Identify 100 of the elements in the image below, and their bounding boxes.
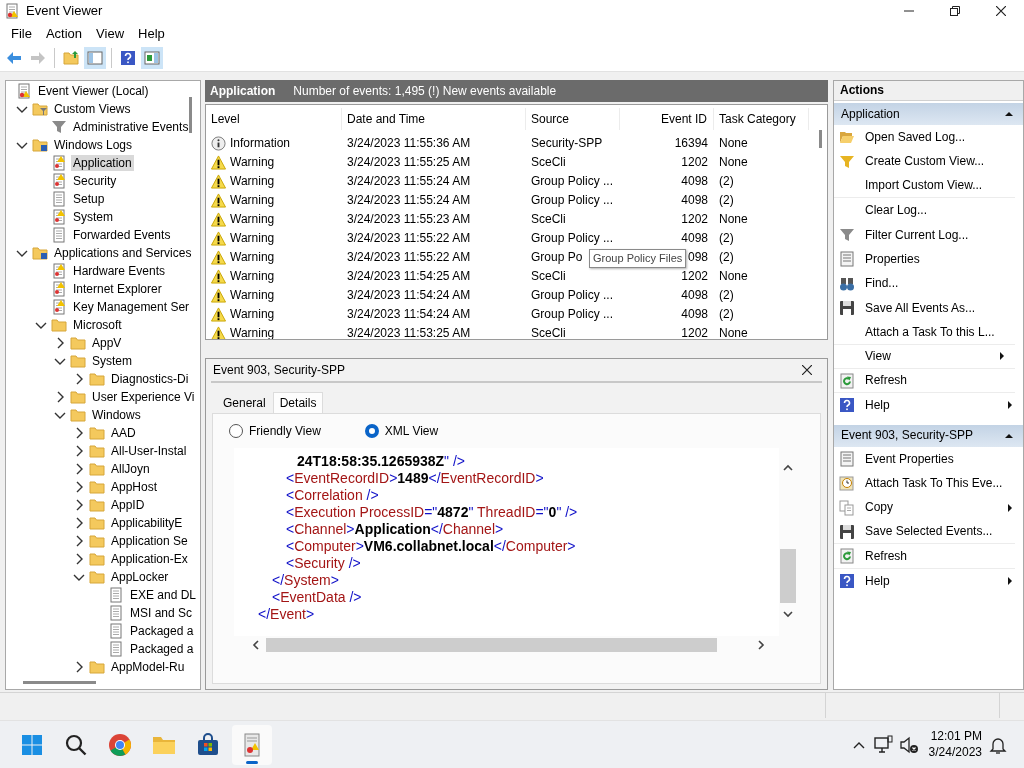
tree-item[interactable]: All-User-Instal bbox=[109, 442, 189, 460]
menu-item[interactable]: File bbox=[4, 25, 39, 42]
table-cell: 3/24/2023 11:54:25 AM bbox=[347, 269, 471, 284]
radio-button[interactable] bbox=[364, 424, 379, 439]
submenu-arrow-icon[interactable] bbox=[1005, 502, 1015, 513]
action-link[interactable]: Create Custom View... bbox=[865, 154, 985, 169]
tab[interactable]: General bbox=[216, 391, 273, 413]
action-link[interactable]: Attach Task To This Eve... bbox=[865, 476, 1003, 491]
scrollbar-thumb[interactable] bbox=[780, 549, 796, 604]
tree-item[interactable]: User Experience Vi bbox=[90, 388, 197, 406]
tree-item[interactable]: AppID bbox=[109, 496, 147, 514]
action-link[interactable]: Help bbox=[865, 398, 890, 413]
action-link[interactable]: Filter Current Log... bbox=[865, 227, 969, 242]
tree-item[interactable]: Setup bbox=[71, 190, 107, 208]
column-header[interactable]: Level bbox=[208, 108, 342, 130]
scroll-right-icon[interactable] bbox=[755, 639, 767, 652]
xml-line: <Computer>VM6.collabnet.local</Computer> bbox=[286, 538, 576, 555]
column-header[interactable]: Event ID bbox=[620, 108, 714, 130]
tree-item[interactable]: AAD bbox=[109, 424, 138, 442]
tree-item[interactable]: MSI and Sc bbox=[128, 604, 195, 622]
tree-item[interactable]: AppHost bbox=[109, 478, 160, 496]
action-link[interactable]: Save Selected Events... bbox=[865, 524, 993, 539]
tree-item[interactable]: Packaged a bbox=[128, 622, 196, 640]
action-link[interactable]: Find... bbox=[865, 276, 899, 291]
tree-item[interactable]: System bbox=[90, 352, 134, 370]
scrollbar-thumb[interactable] bbox=[266, 638, 717, 653]
action-link[interactable]: Clear Log... bbox=[865, 203, 928, 218]
column-header[interactable]: Source bbox=[526, 108, 620, 130]
column-header[interactable]: Task Category bbox=[714, 108, 809, 130]
speaker-muted-icon[interactable] bbox=[898, 734, 919, 755]
tree-item[interactable]: Hardware Events bbox=[71, 262, 168, 280]
info-icon bbox=[211, 136, 226, 151]
tree-item[interactable]: Applications and Services bbox=[52, 244, 194, 262]
tree-item[interactable]: Security bbox=[71, 172, 119, 190]
action-link[interactable]: Attach a Task To this L... bbox=[865, 324, 995, 339]
action-link[interactable]: Refresh bbox=[865, 373, 908, 388]
section-header[interactable]: Application bbox=[834, 103, 1023, 125]
scrollbar-thumb[interactable] bbox=[189, 97, 192, 133]
action-link[interactable]: Refresh bbox=[865, 548, 908, 564]
tree-item[interactable]: Application bbox=[71, 154, 134, 172]
tree-item[interactable]: AllJoyn bbox=[109, 460, 152, 478]
action-link[interactable]: View bbox=[865, 349, 891, 364]
tab[interactable]: Details bbox=[272, 391, 324, 413]
action-link[interactable]: Event Properties bbox=[865, 451, 954, 467]
tree-item[interactable]: AppModel-Ru bbox=[109, 658, 187, 676]
submenu-arrow-icon[interactable] bbox=[1005, 400, 1015, 411]
scrollbar-thumb[interactable] bbox=[819, 130, 822, 148]
action-pane-icon[interactable] bbox=[141, 47, 163, 69]
warning-icon bbox=[211, 155, 226, 170]
scroll-left-icon[interactable] bbox=[250, 639, 262, 652]
menu-item[interactable]: View bbox=[89, 25, 132, 42]
tree-item[interactable]: ApplicabilityE bbox=[109, 514, 185, 532]
log-icon bbox=[51, 227, 67, 243]
network-icon[interactable] bbox=[872, 734, 893, 755]
log-icon bbox=[51, 155, 67, 171]
tree-item[interactable]: AppV bbox=[90, 334, 124, 352]
table-cell: Group Policy ... bbox=[531, 193, 614, 208]
close-icon[interactable] bbox=[996, 6, 1006, 16]
submenu-arrow-icon[interactable] bbox=[997, 351, 1007, 362]
tree-item[interactable]: Windows bbox=[90, 406, 143, 424]
scrollbar-thumb[interactable] bbox=[23, 681, 96, 684]
table-cell: (2) bbox=[719, 288, 734, 303]
submenu-arrow-icon[interactable] bbox=[1005, 575, 1015, 586]
collapse-icon[interactable] bbox=[1004, 109, 1014, 119]
tree-item[interactable]: System bbox=[71, 208, 115, 226]
column-header[interactable]: Date and Time bbox=[342, 108, 526, 130]
menu-item[interactable]: Help bbox=[131, 25, 172, 42]
tree-item[interactable]: Diagnostics-Di bbox=[109, 370, 191, 388]
tree-item[interactable]: Administrative Events bbox=[71, 118, 191, 136]
tree-item[interactable]: Microsoft bbox=[71, 316, 124, 334]
tree-item[interactable]: Event Viewer (Local) bbox=[36, 82, 151, 100]
action-link[interactable]: Properties bbox=[865, 251, 920, 267]
table-cell: (2) bbox=[719, 193, 734, 208]
close-icon[interactable] bbox=[802, 365, 812, 375]
tree-item[interactable]: Application-Ex bbox=[109, 550, 190, 568]
action-link[interactable]: Help bbox=[865, 573, 890, 589]
tree-item[interactable]: Packaged a bbox=[128, 640, 196, 658]
action-link[interactable]: Import Custom View... bbox=[865, 178, 983, 193]
menu-item[interactable]: Action bbox=[38, 25, 90, 42]
radio-label[interactable]: Friendly View bbox=[249, 424, 321, 439]
tree-item[interactable]: Application Se bbox=[109, 532, 190, 550]
xml-line: <Security /> bbox=[286, 555, 361, 572]
tree-item[interactable]: Internet Explorer bbox=[71, 280, 164, 298]
tree-item[interactable]: Windows Logs bbox=[52, 136, 135, 154]
clock-date[interactable]: 3/24/2023 bbox=[928, 744, 982, 761]
radio-button[interactable] bbox=[229, 424, 243, 439]
tree-item[interactable]: AppLocker bbox=[109, 568, 171, 586]
radio-label[interactable]: XML View bbox=[384, 424, 439, 439]
action-link[interactable]: Open Saved Log... bbox=[865, 130, 966, 145]
tree-item[interactable]: Custom Views bbox=[52, 100, 133, 118]
table-cell: 3/24/2023 11:55:24 AM bbox=[347, 193, 471, 208]
tree-item[interactable]: Key Management Ser bbox=[71, 298, 192, 316]
table-cell: Warning bbox=[230, 174, 275, 189]
section-header[interactable]: Event 903, Security-SPP bbox=[834, 424, 1023, 447]
tree-item[interactable]: Forwarded Events bbox=[71, 226, 173, 244]
clock-time[interactable]: 12:01 PM bbox=[928, 728, 982, 745]
action-link[interactable]: Copy bbox=[865, 500, 893, 515]
restore-icon[interactable] bbox=[950, 6, 960, 16]
action-link[interactable]: Save All Events As... bbox=[865, 300, 976, 316]
tree-item[interactable]: EXE and DL bbox=[128, 586, 199, 604]
